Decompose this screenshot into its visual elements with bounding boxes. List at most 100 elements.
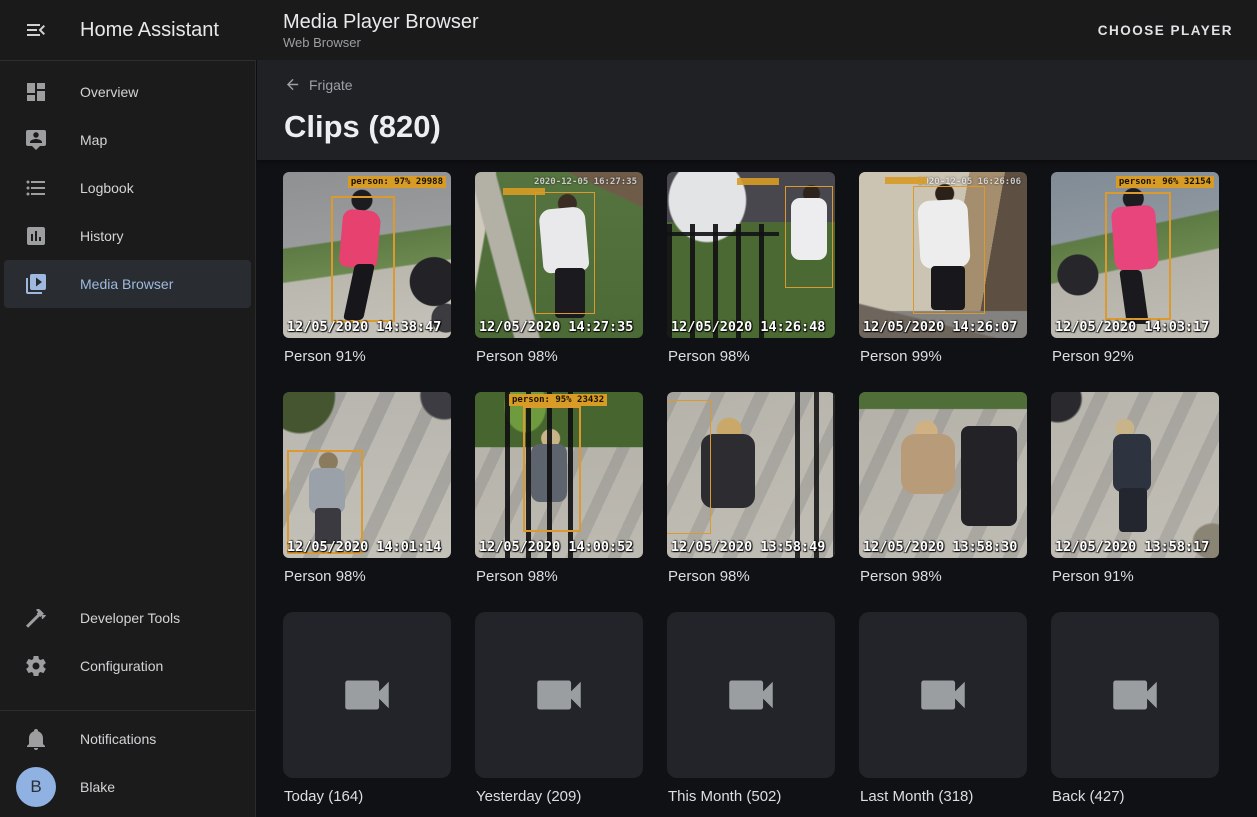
sidebar-item-notifications[interactable]: Notifications <box>4 715 251 763</box>
folder-label: Back (427) <box>1052 787 1219 806</box>
avatar: B <box>16 767 56 807</box>
video-icon <box>914 666 972 724</box>
video-icon <box>722 666 780 724</box>
clip-card[interactable]: person: 96% 32154 12/05/2020 14:03:17 Pe… <box>1051 172 1219 392</box>
folder-thumbnail[interactable] <box>1051 612 1219 778</box>
sidebar-item-map[interactable]: Map <box>4 116 251 164</box>
detection-chip <box>885 177 927 184</box>
clip-timestamp: 12/05/2020 14:26:48 <box>671 319 825 336</box>
play-box-multiple-icon <box>24 272 48 296</box>
clip-card[interactable]: 2020-12-05 16:26:06 12/05/2020 14:26:07 … <box>859 172 1027 392</box>
poll-box-icon <box>24 224 48 248</box>
video-icon <box>338 666 396 724</box>
video-icon <box>530 666 588 724</box>
clip-caption: Person 98% <box>860 567 1027 586</box>
sidebar: Overview Map Logbook History Media Brows… <box>0 60 256 817</box>
page-title-block: Media Player Browser Web Browser <box>256 10 479 51</box>
view-dashboard-icon <box>24 80 48 104</box>
clip-card[interactable]: 12/05/2020 14:26:48 Person 98% <box>667 172 835 392</box>
bell-icon <box>24 727 48 751</box>
folder-card-this-month[interactable]: This Month (502) <box>667 612 835 817</box>
clip-caption: Person 98% <box>668 567 835 586</box>
clip-card[interactable]: 12/05/2020 13:58:30 Person 98% <box>859 392 1027 612</box>
detection-bbox <box>667 400 711 534</box>
clip-timestamp: 12/05/2020 14:00:52 <box>479 539 633 556</box>
folder-thumbnail[interactable] <box>667 612 835 778</box>
clip-caption: Person 98% <box>668 347 835 366</box>
media-browser-panel: Frigate Clips (820) person: 97% 29988 12… <box>257 60 1257 817</box>
sidebar-item-label: Notifications <box>80 731 156 747</box>
sidebar-item-configuration[interactable]: Configuration <box>4 642 251 690</box>
breadcrumb-back-button[interactable]: Frigate <box>284 76 353 93</box>
detection-bbox <box>523 406 581 532</box>
sidebar-item-logbook[interactable]: Logbook <box>4 164 251 212</box>
sidebar-item-label: Developer Tools <box>80 610 180 626</box>
folder-label: Yesterday (209) <box>476 787 643 806</box>
clip-timestamp: 12/05/2020 14:38:47 <box>287 319 441 336</box>
clip-thumbnail[interactable]: 12/05/2020 13:58:49 <box>667 392 835 558</box>
hammer-icon <box>24 606 48 630</box>
clip-card[interactable]: 12/05/2020 14:01:14 Person 98% <box>283 392 451 612</box>
folder-thumbnail[interactable] <box>475 612 643 778</box>
clip-caption: Person 98% <box>284 567 451 586</box>
app-bar-left: Home Assistant <box>0 10 256 50</box>
folder-card-today[interactable]: Today (164) <box>283 612 451 817</box>
app-title: Home Assistant <box>80 19 219 42</box>
sidebar-item-label: Media Browser <box>80 276 173 292</box>
section-title: Clips (820) <box>284 108 1230 146</box>
clip-thumbnail[interactable]: person: 97% 29988 12/05/2020 14:38:47 <box>283 172 451 338</box>
sidebar-item-label: Configuration <box>80 658 163 674</box>
clip-thumbnail[interactable]: 12/05/2020 14:01:14 <box>283 392 451 558</box>
clips-grid: person: 97% 29988 12/05/2020 14:38:47 Pe… <box>257 160 1257 817</box>
folder-card-last-month[interactable]: Last Month (318) <box>859 612 1027 817</box>
clip-thumbnail[interactable]: 12/05/2020 14:26:48 <box>667 172 835 338</box>
camera-timestamp-overlay: 2020-12-05 16:27:35 <box>534 177 637 187</box>
sidebar-item-label: Map <box>80 132 107 148</box>
clip-thumbnail[interactable]: 2020-12-05 16:27:35 12/05/2020 14:27:35 <box>475 172 643 338</box>
video-icon <box>1106 666 1164 724</box>
clip-card[interactable]: 2020-12-05 16:27:35 12/05/2020 14:27:35 … <box>475 172 643 392</box>
sidebar-item-history[interactable]: History <box>4 212 251 260</box>
clip-thumbnail[interactable]: 12/05/2020 13:58:17 <box>1051 392 1219 558</box>
clip-caption: Person 98% <box>476 347 643 366</box>
folder-card-back[interactable]: Back (427) <box>1051 612 1219 817</box>
menu-open-icon <box>24 18 48 42</box>
clip-thumbnail[interactable]: person: 95% 23432 12/05/2020 14:00:52 <box>475 392 643 558</box>
clip-card[interactable]: person: 95% 23432 12/05/2020 14:00:52 Pe… <box>475 392 643 612</box>
clip-thumbnail[interactable]: 2020-12-05 16:26:06 12/05/2020 14:26:07 <box>859 172 1027 338</box>
folder-label: This Month (502) <box>668 787 835 806</box>
folder-label: Today (164) <box>284 787 451 806</box>
sidebar-item-developer-tools[interactable]: Developer Tools <box>4 594 251 642</box>
clip-timestamp: 12/05/2020 14:26:07 <box>863 319 1017 336</box>
sidebar-divider <box>0 710 255 711</box>
clip-thumbnail[interactable]: person: 96% 32154 12/05/2020 14:03:17 <box>1051 172 1219 338</box>
folder-thumbnail[interactable] <box>859 612 1027 778</box>
clip-timestamp: 12/05/2020 13:58:30 <box>863 539 1017 556</box>
detection-label: person: 97% 29988 <box>348 176 446 188</box>
sidebar-item-overview[interactable]: Overview <box>4 68 251 116</box>
clip-timestamp: 12/05/2020 14:27:35 <box>479 319 633 336</box>
app-bar: Home Assistant Media Player Browser Web … <box>0 0 1257 60</box>
clip-thumbnail[interactable]: 12/05/2020 13:58:30 <box>859 392 1027 558</box>
clip-timestamp: 12/05/2020 13:58:49 <box>671 539 825 556</box>
detection-bbox <box>785 186 833 288</box>
sidebar-item-user[interactable]: B Blake <box>4 763 251 811</box>
sidebar-item-label: Logbook <box>80 180 134 196</box>
detection-bbox <box>913 186 985 314</box>
detection-label: person: 96% 32154 <box>1116 176 1214 188</box>
clip-card[interactable]: 12/05/2020 13:58:49 Person 98% <box>667 392 835 612</box>
folder-label: Last Month (318) <box>860 787 1027 806</box>
menu-open-button[interactable] <box>16 10 56 50</box>
choose-player-button[interactable]: CHOOSE PLAYER <box>1090 15 1241 46</box>
clip-caption: Person 99% <box>860 347 1027 366</box>
clip-caption: Person 91% <box>1052 567 1219 586</box>
clip-caption: Person 98% <box>476 567 643 586</box>
sidebar-item-media-browser[interactable]: Media Browser <box>4 260 251 308</box>
clip-card[interactable]: 12/05/2020 13:58:17 Person 91% <box>1051 392 1219 612</box>
folder-card-yesterday[interactable]: Yesterday (209) <box>475 612 643 817</box>
user-name: Blake <box>80 779 115 795</box>
camera-timestamp-overlay: 2020-12-05 16:26:06 <box>918 177 1021 187</box>
folder-thumbnail[interactable] <box>283 612 451 778</box>
clip-card[interactable]: person: 97% 29988 12/05/2020 14:38:47 Pe… <box>283 172 451 392</box>
detection-bbox <box>331 196 395 322</box>
